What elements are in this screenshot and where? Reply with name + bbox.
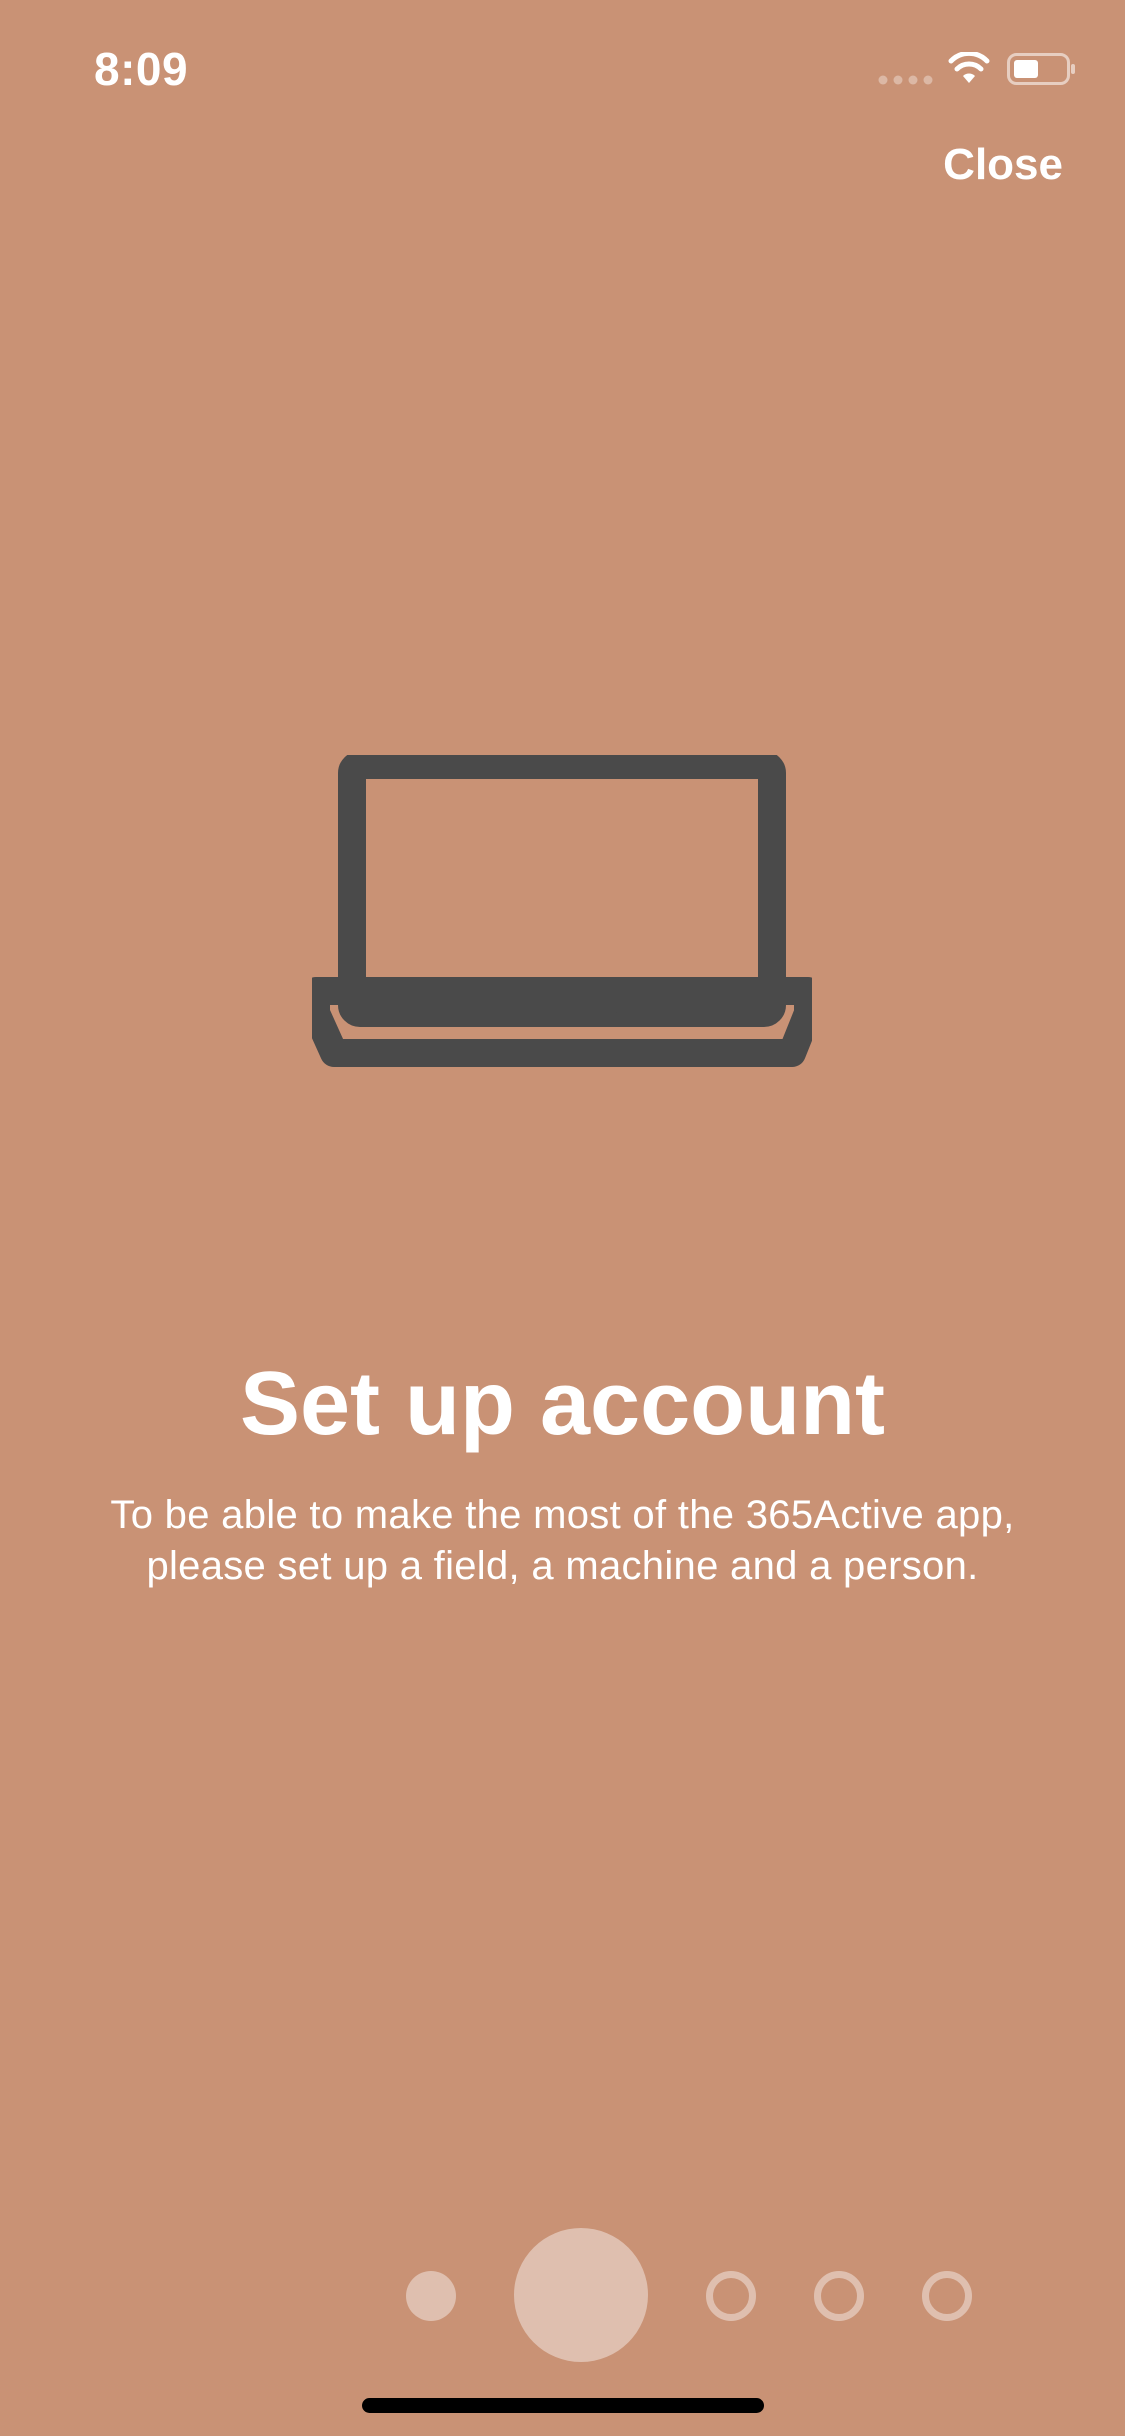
- page-description: To be able to make the most of the 365Ac…: [110, 1493, 1015, 1588]
- page-title: Set up account: [239, 1354, 886, 1454]
- page-indicator: [0, 2228, 1125, 2363]
- laptop-icon: [312, 755, 812, 1067]
- status-time: 8:09: [94, 43, 189, 95]
- page-dot-1[interactable]: [406, 2271, 456, 2321]
- cellular-signal-icon: [878, 75, 933, 85]
- close-button[interactable]: Close: [943, 140, 1063, 190]
- page-dot-4[interactable]: [814, 2271, 864, 2321]
- status-bar: 8:09: [0, 0, 1125, 132]
- page-dot-3[interactable]: [706, 2271, 756, 2321]
- battery-icon: [1007, 53, 1075, 85]
- wifi-icon: [948, 52, 990, 83]
- page-dot-5[interactable]: [922, 2271, 972, 2321]
- home-indicator[interactable]: [362, 2398, 764, 2413]
- page-dot-2-current[interactable]: [514, 2228, 648, 2362]
